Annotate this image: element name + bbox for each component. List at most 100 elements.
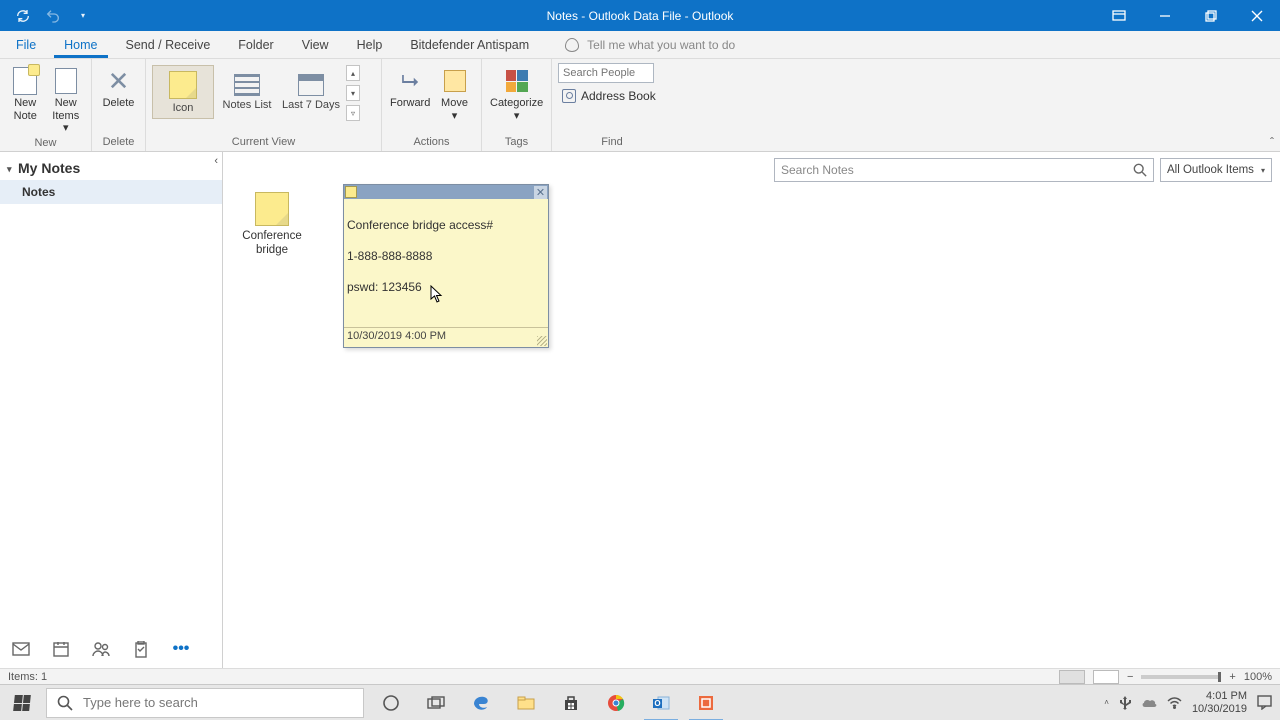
sticky-note-close-button[interactable]: ✕ (534, 186, 547, 199)
close-button[interactable] (1234, 0, 1280, 31)
search-people-input[interactable] (558, 63, 654, 83)
view-scroll-up-icon[interactable]: ▴ (346, 65, 360, 81)
taskbar-store-icon[interactable] (550, 685, 592, 720)
ribbon: New Note New Items ▾ New ✕ Delete Delete… (0, 59, 1280, 152)
sticky-note-titlebar[interactable]: ✕ (344, 185, 548, 199)
group-actions-label: Actions (388, 134, 475, 151)
tab-home[interactable]: Home (54, 34, 107, 58)
tray-onedrive-icon[interactable] (1141, 697, 1157, 708)
view-notes-list-button[interactable]: Notes List (216, 65, 278, 119)
note-icon (255, 192, 289, 226)
address-book-button[interactable]: Address Book (558, 85, 660, 107)
group-tags-label: Tags (488, 134, 545, 151)
search-notes-placeholder: Search Notes (781, 163, 854, 177)
taskbar-edge-icon[interactable] (460, 685, 502, 720)
search-scope-dropdown[interactable]: All Outlook Items ▾ (1160, 158, 1272, 182)
collapse-ribbon-icon[interactable]: ˆ (1270, 135, 1274, 149)
mail-icon[interactable] (12, 640, 30, 658)
tray-usb-icon[interactable] (1119, 696, 1131, 710)
taskbar-snagit-icon[interactable] (685, 685, 727, 720)
tab-file[interactable]: File (6, 34, 46, 58)
zoom-plus-icon[interactable]: + (1229, 671, 1235, 683)
start-button[interactable] (0, 685, 44, 720)
new-note-button[interactable]: New Note (6, 61, 45, 122)
zoom-minus-icon[interactable]: − (1127, 671, 1133, 683)
note-item-conference-bridge[interactable]: Conference bridge (239, 192, 305, 258)
minimize-button[interactable] (1142, 0, 1188, 31)
tray-time: 4:01 PM (1192, 690, 1247, 702)
taskbar-chrome-icon[interactable] (595, 685, 637, 720)
tray-notifications-icon[interactable] (1257, 695, 1272, 710)
tray-up-icon[interactable]: ˄ (1104, 698, 1109, 707)
undo-icon[interactable] (45, 8, 61, 24)
categorize-button[interactable]: Categorize ▾ (488, 61, 545, 122)
sidebar-header[interactable]: My Notes (0, 152, 222, 180)
system-tray[interactable]: ˄ 4:01 PM 10/30/2019 (1096, 690, 1280, 714)
move-button[interactable]: Move ▾ (434, 61, 475, 122)
windows-logo-icon (13, 695, 31, 711)
taskbar-search-input[interactable]: Type here to search (46, 688, 364, 718)
forward-label: Forward (390, 97, 430, 110)
taskbar-explorer-icon[interactable] (505, 685, 547, 720)
search-notes-input[interactable]: Search Notes (774, 158, 1154, 182)
delete-icon: ✕ (108, 68, 130, 94)
tab-send-receive[interactable]: Send / Receive (116, 34, 221, 58)
view-icon-label: Icon (173, 102, 194, 114)
tell-me-search[interactable]: Tell me what you want to do (565, 38, 735, 58)
new-items-icon (55, 68, 77, 94)
new-items-button[interactable]: New Items ▾ (47, 61, 86, 135)
delete-button[interactable]: ✕ Delete (98, 61, 139, 110)
view-scroll-down-icon[interactable]: ▾ (346, 85, 360, 101)
taskbar-cortana-icon[interactable] (370, 685, 412, 720)
address-book-icon (562, 89, 576, 103)
ribbon-display-icon[interactable] (1096, 0, 1142, 31)
sidebar-folder-notes[interactable]: Notes (0, 180, 222, 204)
taskbar-outlook-icon[interactable]: O (640, 685, 682, 720)
status-bar: Items: 1 − + 100% (0, 668, 1280, 684)
sticky-note-window[interactable]: ✕ Conference bridge access# 1-888-888-88… (343, 184, 549, 348)
lightbulb-icon (565, 38, 579, 52)
tab-bitdefender[interactable]: Bitdefender Antispam (400, 34, 539, 58)
view-last-7-days-button[interactable]: Last 7 Days (280, 65, 342, 119)
taskbar-search-icon (57, 695, 73, 711)
new-items-label: New Items ▾ (49, 97, 84, 135)
taskbar-taskview-icon[interactable] (415, 685, 457, 720)
tab-help[interactable]: Help (347, 34, 393, 58)
qat-dropdown-icon[interactable]: ▾ (75, 8, 91, 24)
tab-folder[interactable]: Folder (228, 34, 283, 58)
calendar-icon[interactable] (52, 640, 70, 658)
view-icon-button[interactable]: Icon (152, 65, 214, 119)
maximize-button[interactable] (1188, 0, 1234, 31)
list-view-icon (234, 74, 260, 96)
window-title: Notes - Outlook Data File - Outlook (547, 9, 734, 23)
sticky-note-resize-handle[interactable] (537, 336, 547, 346)
tab-view[interactable]: View (292, 34, 339, 58)
tasks-icon[interactable] (132, 640, 150, 658)
forward-button[interactable]: ⮡ Forward (388, 61, 432, 110)
view-scroll[interactable]: ▴ ▾ ▿ (346, 65, 360, 121)
nav-more-icon[interactable]: ••• (172, 640, 190, 658)
note-item-label: Conference bridge (239, 230, 305, 258)
forward-icon: ⮡ (401, 68, 419, 93)
zoom-slider[interactable] (1141, 675, 1221, 679)
dropdown-icon: ▾ (1261, 166, 1265, 175)
sticky-note-menu-icon[interactable] (345, 186, 357, 198)
move-icon (444, 70, 466, 92)
zoom-label: 100% (1244, 671, 1272, 683)
search-icon (1133, 163, 1147, 177)
people-icon[interactable] (92, 640, 110, 658)
content-pane: Search Notes All Outlook Items ▾ Confere… (223, 152, 1280, 668)
new-note-label: New Note (8, 97, 43, 122)
tray-clock[interactable]: 4:01 PM 10/30/2019 (1192, 690, 1247, 714)
tray-wifi-icon[interactable] (1167, 697, 1182, 709)
view-gallery-more-icon[interactable]: ▿ (346, 105, 360, 121)
view-normal-icon[interactable] (1059, 670, 1085, 684)
calendar-view-icon (298, 74, 324, 96)
group-delete-label: Delete (98, 134, 139, 151)
move-label: Move ▾ (436, 97, 473, 122)
sticky-note-body[interactable]: Conference bridge access# 1-888-888-8888… (344, 199, 548, 327)
group-new-label: New (6, 135, 85, 152)
sidebar-collapse-icon[interactable]: ‹ (214, 155, 218, 167)
sync-icon[interactable] (15, 8, 31, 24)
view-reading-icon[interactable] (1093, 670, 1119, 684)
